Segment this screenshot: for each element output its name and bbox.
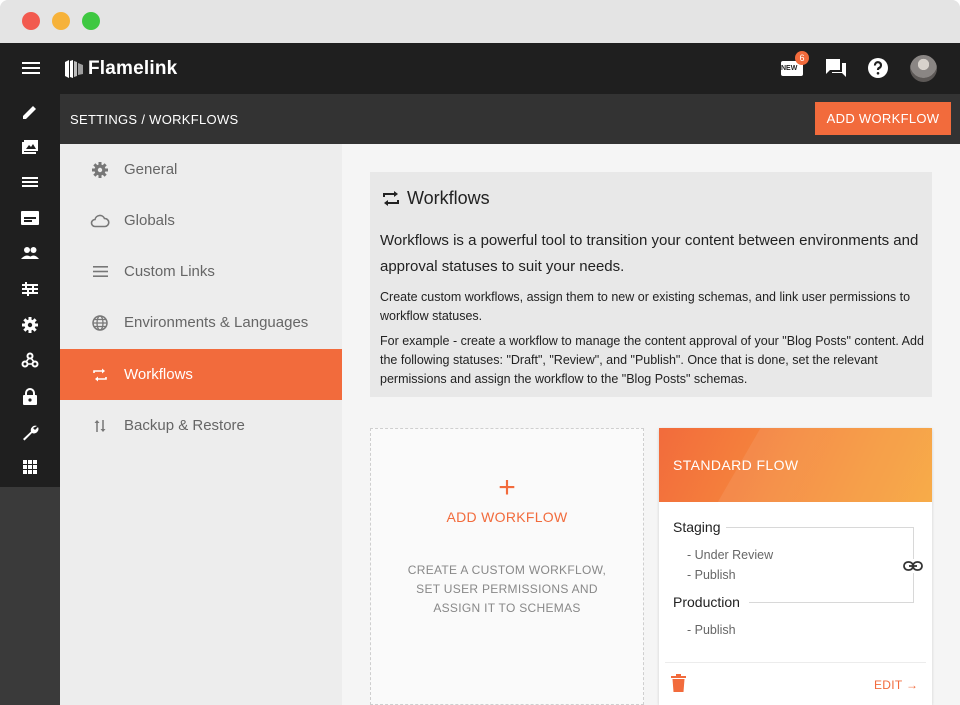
chat-icon[interactable] bbox=[823, 55, 849, 81]
main-content: Workflows Workflows is a powerful tool t… bbox=[342, 144, 960, 705]
nav-item-general[interactable]: General bbox=[60, 144, 342, 195]
notification-badge: 6 bbox=[795, 51, 809, 65]
nav-item-label: Environments & Languages bbox=[124, 314, 309, 331]
apps-icon[interactable] bbox=[20, 457, 40, 477]
avatar[interactable] bbox=[910, 55, 937, 82]
flamelink-logo-icon bbox=[65, 60, 83, 78]
minimize-window-button[interactable] bbox=[52, 12, 70, 30]
environment-connector-line bbox=[749, 602, 914, 603]
info-lead-text: Workflows is a powerful tool to transiti… bbox=[380, 232, 919, 275]
icon-rail bbox=[0, 94, 60, 487]
plus-icon: + bbox=[498, 471, 516, 504]
card-divider bbox=[665, 662, 926, 663]
nav-item-label: General bbox=[124, 161, 178, 178]
top-app-bar: Flamelink NEW 6 bbox=[0, 43, 960, 94]
edit-workflow-link[interactable]: EDIT → bbox=[874, 678, 918, 692]
maximize-window-button[interactable] bbox=[82, 12, 100, 30]
new-label: NEW bbox=[781, 65, 798, 72]
workflow-card: STANDARD FLOW Staging - Under Review - P… bbox=[659, 428, 932, 705]
users-icon[interactable] bbox=[20, 243, 40, 263]
menu-list-icon[interactable] bbox=[20, 172, 40, 192]
link-icon[interactable] bbox=[902, 559, 924, 573]
workflow-card-header: STANDARD FLOW bbox=[659, 428, 932, 502]
nav-item-custom-links[interactable]: Custom Links bbox=[60, 246, 342, 297]
add-workflow-card-label: ADD WORKFLOW bbox=[446, 509, 568, 525]
status-item: - Publish bbox=[687, 568, 736, 582]
menu-icon bbox=[90, 262, 110, 282]
page-header-bar: SETTINGS / WORKFLOWS ADD WORKFLOW bbox=[60, 94, 960, 144]
page-title: Workflows bbox=[407, 188, 490, 208]
media-icon[interactable] bbox=[20, 137, 40, 157]
cloud-icon bbox=[90, 211, 110, 231]
nav-item-label: Custom Links bbox=[124, 263, 215, 280]
swap-vertical-icon bbox=[90, 416, 110, 436]
rail-footer bbox=[0, 487, 60, 705]
add-workflow-card-description: CREATE A CUSTOM WORKFLOW, SET USER PERMI… bbox=[407, 563, 607, 615]
new-icon[interactable]: NEW 6 bbox=[779, 51, 809, 81]
gear-icon[interactable] bbox=[20, 315, 40, 335]
app-window: Flamelink NEW 6 SETTINGS / WORKFLOWS ADD… bbox=[0, 0, 960, 705]
environment-name: Staging bbox=[673, 519, 727, 535]
webhooks-icon[interactable] bbox=[20, 350, 40, 370]
workflow-icon bbox=[382, 190, 402, 208]
breadcrumb: SETTINGS / WORKFLOWS bbox=[70, 112, 239, 127]
close-window-button[interactable] bbox=[22, 12, 40, 30]
app-name: Flamelink bbox=[88, 58, 178, 79]
status-item: - Under Review bbox=[687, 548, 774, 562]
status-item: - Publish bbox=[687, 623, 736, 637]
add-workflow-button[interactable]: ADD WORKFLOW bbox=[815, 102, 951, 135]
nav-item-workflows[interactable]: Workflows bbox=[60, 349, 342, 400]
sliders-icon[interactable] bbox=[20, 279, 40, 299]
environment-connector-line bbox=[719, 527, 914, 528]
settings-nav: General Globals Custom Links Environment… bbox=[60, 144, 342, 705]
environment-name: Production bbox=[673, 594, 746, 610]
lock-icon[interactable] bbox=[20, 386, 40, 406]
pencil-icon[interactable] bbox=[20, 102, 40, 122]
workflows-info-panel: Workflows Workflows is a powerful tool t… bbox=[370, 172, 932, 397]
nav-item-label: Globals bbox=[124, 212, 175, 229]
app-logo[interactable]: Flamelink bbox=[64, 56, 177, 82]
info-paragraph: Create custom workflows, assign them to … bbox=[380, 290, 911, 323]
nav-item-label: Backup & Restore bbox=[124, 417, 245, 434]
nav-item-backup-restore[interactable]: Backup & Restore bbox=[60, 400, 342, 451]
gear-icon bbox=[90, 160, 110, 180]
forms-icon[interactable] bbox=[20, 208, 40, 228]
wrench-icon[interactable] bbox=[20, 422, 40, 442]
workflow-icon bbox=[90, 365, 110, 385]
add-workflow-card[interactable]: + ADD WORKFLOW CREATE A CUSTOM WORKFLOW,… bbox=[370, 428, 644, 705]
window-titlebar bbox=[0, 0, 960, 43]
nav-item-globals[interactable]: Globals bbox=[60, 195, 342, 246]
menu-icon[interactable] bbox=[22, 59, 42, 77]
info-example-paragraph: For example - create a workflow to manag… bbox=[380, 334, 924, 386]
help-icon[interactable] bbox=[865, 55, 891, 81]
trash-icon[interactable] bbox=[671, 674, 687, 692]
globe-icon bbox=[90, 313, 110, 333]
workflow-card-title: STANDARD FLOW bbox=[673, 457, 799, 473]
nav-item-label: Workflows bbox=[124, 366, 193, 383]
nav-item-environments-languages[interactable]: Environments & Languages bbox=[60, 297, 342, 348]
